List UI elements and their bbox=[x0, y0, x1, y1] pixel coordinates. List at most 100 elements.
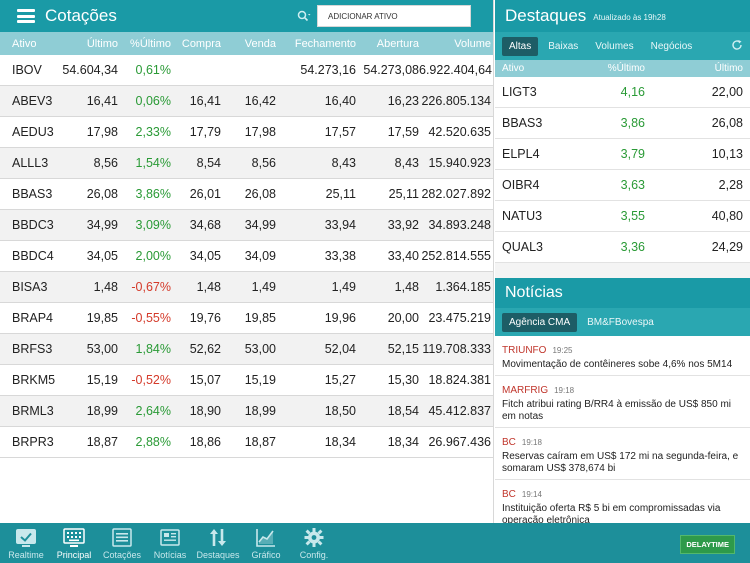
cell-pct: 3,36 bbox=[620, 240, 645, 254]
cell-ativo: BRML3 bbox=[12, 404, 54, 418]
cell-compra: 52,62 bbox=[189, 342, 221, 356]
add-asset-input[interactable] bbox=[317, 5, 471, 27]
nav-principal[interactable]: Principal bbox=[50, 523, 98, 563]
cell-ativo: BRPR3 bbox=[12, 435, 54, 449]
col-ultimo: Último bbox=[714, 63, 743, 74]
cell-pct: 2,64% bbox=[135, 404, 171, 418]
list-item[interactable]: ELPL4 3,79 10,13 bbox=[495, 139, 750, 170]
news-tab-2[interactable]: BM&FBovespa bbox=[580, 313, 661, 332]
news-time: 19:18 bbox=[521, 438, 542, 447]
tab-negócios[interactable]: Negócios bbox=[644, 37, 700, 56]
nav-destaques[interactable]: Destaques bbox=[194, 523, 242, 563]
cell-volume: 226.805.134 bbox=[421, 94, 491, 108]
highlights-table-body: LIGT3 4,16 22,00 BBAS3 3,86 26,08 ELPL4 3,79 10,… bbox=[495, 77, 750, 278]
cell-pct: 1,84% bbox=[135, 342, 171, 356]
list-item[interactable]: LIGT3 4,16 22,00 bbox=[495, 77, 750, 108]
list-item[interactable]: NATU3 3,55 40,80 bbox=[495, 201, 750, 232]
cell-pct: -0,55% bbox=[131, 311, 171, 325]
table-row[interactable]: BRAP4 19,85 -0,55% 19,76 19,85 19,96 20,00 23.4… bbox=[0, 303, 493, 334]
cell-venda: 15,19 bbox=[244, 373, 276, 387]
cell-ativo: ELPL4 bbox=[502, 147, 540, 161]
cell-pct: 0,61% bbox=[135, 63, 171, 77]
cell-abertura: 54.273,08 bbox=[363, 63, 419, 77]
cell-ultimo: 10,13 bbox=[711, 147, 743, 161]
tab-volumes[interactable]: Volumes bbox=[588, 37, 640, 56]
table-row[interactable]: IBOV 54.604,34 0,61% 54.273,16 54.273,08 6.92… bbox=[0, 55, 493, 86]
col-venda[interactable]: Venda bbox=[221, 38, 276, 50]
cell-ativo: AEDU3 bbox=[12, 125, 54, 139]
cell-compra: 34,68 bbox=[189, 218, 221, 232]
cell-ultimo: 53,00 bbox=[86, 342, 118, 356]
cell-compra: 26,01 bbox=[189, 187, 221, 201]
table-row[interactable]: BRML3 18,99 2,64% 18,90 18,99 18,50 18,54 45.41… bbox=[0, 396, 493, 427]
table-row[interactable]: BRPR3 18,87 2,88% 18,86 18,87 18,34 18,34 26.96… bbox=[0, 427, 493, 458]
refresh-icon[interactable] bbox=[731, 39, 743, 54]
sort-arrows-icon bbox=[207, 527, 229, 548]
table-row[interactable]: BRKM5 15,19 -0,52% 15,07 15,19 15,27 15,30 18.8… bbox=[0, 365, 493, 396]
nav-notcias[interactable]: Notícias bbox=[146, 523, 194, 563]
cell-pct: 2,33% bbox=[135, 125, 171, 139]
table-row[interactable]: BBDC3 34,99 3,09% 34,68 34,99 33,94 33,92 34.89… bbox=[0, 210, 493, 241]
quotes-header: Cotações bbox=[0, 0, 493, 32]
cell-compra: 1,48 bbox=[196, 280, 221, 294]
page-title: Cotações bbox=[45, 6, 117, 25]
table-row[interactable]: BBDC4 34,05 2,00% 34,05 34,09 33,38 33,40 252.8… bbox=[0, 241, 493, 272]
col-pct[interactable]: %Último bbox=[118, 38, 171, 50]
col-ultimo[interactable]: Último bbox=[62, 38, 118, 50]
cell-pct: -0,67% bbox=[131, 280, 171, 294]
news-meta: MARFRIG 19:18 bbox=[502, 380, 743, 398]
cell-ultimo: 17,98 bbox=[86, 125, 118, 139]
cell-fechamento: 52,04 bbox=[324, 342, 356, 356]
news-tab-1[interactable]: Agência CMA bbox=[502, 312, 578, 332]
cell-ultimo: 22,00 bbox=[711, 85, 743, 99]
cell-fechamento: 33,38 bbox=[324, 249, 356, 263]
col-pct: %Último bbox=[607, 63, 645, 74]
cell-pct: 4,16 bbox=[620, 85, 645, 99]
list-item[interactable]: QUAL3 3,36 24,29 bbox=[495, 232, 750, 263]
cell-ultimo: 18,87 bbox=[86, 435, 118, 449]
table-row[interactable]: ALLL3 8,56 1,54% 8,54 8,56 8,43 8,43 15.940.923 bbox=[0, 148, 493, 179]
cell-volume: 34.893.248 bbox=[428, 218, 491, 232]
cell-fechamento: 15,27 bbox=[324, 373, 356, 387]
table-row[interactable]: AEDU3 17,98 2,33% 17,79 17,98 17,57 17,59 42.52… bbox=[0, 117, 493, 148]
menu-icon[interactable] bbox=[17, 9, 35, 23]
news-source: BC bbox=[502, 437, 516, 448]
nav-cotaes[interactable]: Cotações bbox=[98, 523, 146, 563]
list-item[interactable]: OIBR4 3,63 2,28 bbox=[495, 170, 750, 201]
table-row[interactable]: BBAS3 26,08 3,86% 26,01 26,08 25,11 25,11 282.0… bbox=[0, 179, 493, 210]
table-row[interactable]: ABEV3 16,41 0,06% 16,41 16,42 16,40 16,23 226.8… bbox=[0, 86, 493, 117]
news-item[interactable]: TRIUNFO 19:25 Movimentação de contêineres … bbox=[495, 336, 750, 376]
tab-altas[interactable]: Altas bbox=[502, 36, 539, 56]
news-source: TRIUNFO bbox=[502, 345, 547, 356]
news-item[interactable]: MARFRIG 19:18 Fitch atribui rating B/RR4 à… bbox=[495, 376, 750, 428]
news-source: BC bbox=[502, 489, 516, 500]
cell-ultimo: 26,08 bbox=[711, 116, 743, 130]
nav-realtime[interactable]: Realtime bbox=[2, 523, 50, 563]
table-row[interactable]: BRFS3 53,00 1,84% 52,62 53,00 52,04 52,15 119.7… bbox=[0, 334, 493, 365]
table-row[interactable]: BISA3 1,48 -0,67% 1,48 1,49 1,49 1,48 1.364.185 bbox=[0, 272, 493, 303]
cell-ultimo: 54.604,34 bbox=[62, 63, 118, 77]
news-meta: BC 19:14 bbox=[502, 484, 743, 502]
cell-fechamento: 25,11 bbox=[325, 187, 356, 201]
list-item[interactable]: BBAS3 3,86 26,08 bbox=[495, 108, 750, 139]
news-time: 19:18 bbox=[554, 386, 575, 395]
col-fechamento[interactable]: Fechamento bbox=[276, 38, 356, 50]
nav-config[interactable]: Config. bbox=[290, 523, 338, 563]
col-compra[interactable]: Compra bbox=[171, 38, 221, 50]
cell-ultimo: 24,29 bbox=[711, 240, 743, 254]
cell-volume: 252.814.555 bbox=[421, 249, 491, 263]
delaytime-badge: DELAYTIME bbox=[680, 535, 735, 554]
col-abertura[interactable]: Abertura bbox=[356, 38, 419, 50]
nav-grfico[interactable]: Gráfico bbox=[242, 523, 290, 563]
search-icon[interactable] bbox=[297, 10, 311, 22]
col-ativo[interactable]: Ativo bbox=[0, 38, 62, 50]
news-item[interactable]: BC 19:18 Reservas caíram em US$ 172 mi na … bbox=[495, 428, 750, 480]
cell-abertura: 33,92 bbox=[387, 218, 419, 232]
col-volume[interactable]: Volume bbox=[419, 38, 491, 50]
cell-ativo: IBOV bbox=[12, 63, 42, 77]
cell-ativo: BRKM5 bbox=[12, 373, 56, 387]
news-header: Notícias bbox=[495, 278, 750, 308]
newspaper-icon bbox=[159, 527, 181, 548]
cell-compra: 8,54 bbox=[196, 156, 221, 170]
tab-baixas[interactable]: Baixas bbox=[541, 37, 585, 56]
